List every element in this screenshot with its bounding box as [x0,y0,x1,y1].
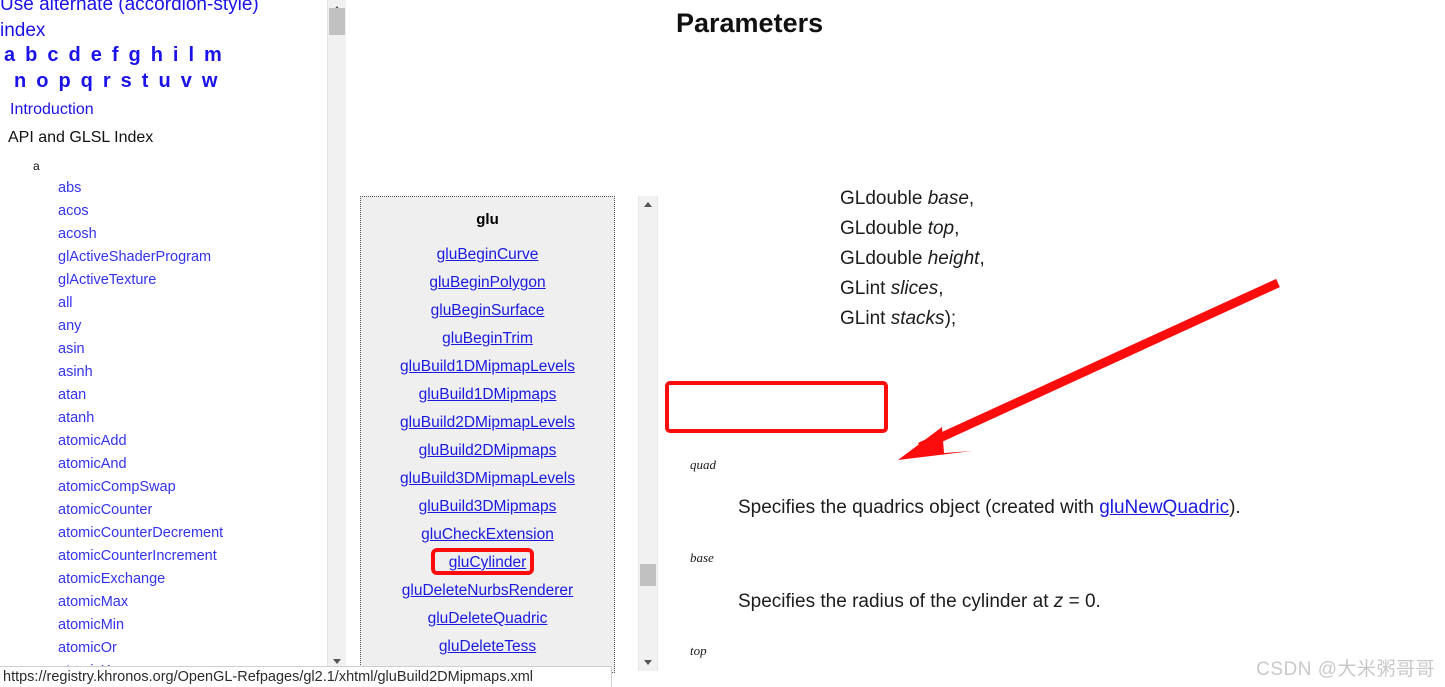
signature-line-top: GLdouble top, [840,218,960,239]
index-item-atomicor[interactable]: atomicOr [58,637,117,660]
glu-link-gluBuild1DMipmapLevels[interactable]: gluBuild1DMipmapLevels [361,353,614,381]
accordion-index-heading-line1[interactable]: Use alternate (accordion-style) [0,0,327,18]
signature-line-slices: GLint slices, [840,278,944,299]
param-desc-quad: Specifies the quadrics object (created w… [738,497,1241,518]
param-desc-italic: z [1053,591,1064,612]
pane-gap-divider [345,0,360,687]
glu-link-gluBeginTrim[interactable]: gluBeginTrim [361,325,614,353]
signature-line-base: GLdouble base, [840,188,975,209]
index-item-glactiveshaderprogram[interactable]: glActiveShaderProgram [58,246,211,269]
alpha-link-a[interactable]: a [4,44,15,66]
glu-scroll-down-arrow-icon[interactable] [639,654,657,671]
alpha-link-l[interactable]: l [188,44,194,66]
index-scrollbar-thumb[interactable] [329,8,345,35]
accordion-index-heading-line2[interactable]: index [0,18,327,44]
glu-link-gluCylinder[interactable]: gluCylinder [361,549,614,577]
alpha-link-e[interactable]: e [91,44,102,66]
glu-link-list[interactable]: gluBeginCurve gluBeginPolygon gluBeginSurf… [361,241,614,661]
csdn-watermark: CSDN @大米粥哥哥 [1256,659,1435,680]
index-item-atomicadd[interactable]: atomicAdd [58,430,127,453]
glu-function-panel[interactable]: glu gluBeginCurve gluBeginPolygon gluBegin… [360,196,615,673]
index-item-any[interactable]: any [58,315,81,338]
glu-link-gluDeleteQuadric[interactable]: gluDeleteQuadric [361,605,614,633]
glu-scroll-up-arrow-icon[interactable] [639,196,657,213]
signature-line-height: GLdouble height, [840,248,985,269]
alpha-link-v[interactable]: v [181,70,192,92]
index-scrollbar[interactable] [327,0,346,670]
glu-panel-scrollbar[interactable] [638,196,658,671]
alpha-link-r[interactable]: r [103,70,111,92]
index-item-atan[interactable]: atan [58,384,86,407]
glu-link-gluBeginSurface[interactable]: gluBeginSurface [361,297,614,325]
alpha-link-f[interactable]: f [112,44,119,66]
alpha-link-s[interactable]: s [121,70,132,92]
glu-link-gluBuild3DMipmapLevels[interactable]: gluBuild3DMipmapLevels [361,465,614,493]
index-item-abs[interactable]: abs [58,177,81,200]
link-gluNewQuadric[interactable]: gluNewQuadric [1099,497,1229,518]
browser-status-bar: https://registry.khronos.org/OpenGL-Refp… [0,666,612,687]
glu-link-gluBuild2DMipmapLevels[interactable]: gluBuild2DMipmapLevels [361,409,614,437]
glu-link-gluBuild3DMipmaps[interactable]: gluBuild3DMipmaps [361,493,614,521]
index-item-acos[interactable]: acos [58,200,89,223]
alpha-link-q[interactable]: q [81,70,93,92]
glu-scrollbar-thumb[interactable] [640,564,656,586]
index-item-atomiccounterdecrement[interactable]: atomicCounterDecrement [58,522,223,545]
signature-line-stacks: GLint stacks); [840,308,957,329]
index-item-asinh[interactable]: asinh [58,361,93,384]
reference-content-pane[interactable]: GLdouble base, GLdouble top, GLdouble heig… [660,0,1445,687]
index-item-atomicmax[interactable]: atomicMax [58,591,128,614]
glu-link-gluBeginPolygon[interactable]: gluBeginPolygon [361,269,614,297]
index-item-atomiccompswap[interactable]: atomicCompSwap [58,476,176,499]
alphabet-row-1[interactable]: abcdefghilm [4,44,232,67]
alpha-link-g[interactable]: g [128,44,140,66]
index-item-atanh[interactable]: atanh [58,407,94,430]
index-item-atomiccounterincrement[interactable]: atomicCounterIncrement [58,545,217,568]
index-item-acosh[interactable]: acosh [58,223,97,246]
index-item-glactivetexture[interactable]: glActiveTexture [58,269,156,292]
alpha-link-b[interactable]: b [25,44,37,66]
index-item-all[interactable]: all [58,292,73,315]
index-item-asin[interactable]: asin [58,338,85,361]
alpha-link-i[interactable]: i [173,44,179,66]
glu-link-gluBuild2DMipmaps[interactable]: gluBuild2DMipmaps [361,437,614,465]
index-pane[interactable]: Use alternate (accordion-style) index ab… [0,0,327,670]
param-name-quad: quad [690,457,716,472]
alphabet-row-2[interactable]: nopqrstuvw [14,70,227,93]
alpha-link-h[interactable]: h [151,44,163,66]
index-letter-group-a: a [33,159,40,173]
accordion-index-heading: Use alternate (accordion-style) index [0,0,327,44]
glu-link-gluBuild1DMipmaps[interactable]: gluBuild1DMipmaps [361,381,614,409]
index-item-atomicand[interactable]: atomicAnd [58,453,127,476]
alpha-link-m[interactable]: m [204,44,222,66]
alpha-link-w[interactable]: w [202,70,218,92]
param-name-top: top [690,643,707,658]
alpha-link-t[interactable]: t [142,70,149,92]
parameters-heading: Parameters [676,8,824,38]
param-desc-base: Specifies the radius of the cylinder at … [738,591,1101,612]
glu-link-gluDeleteTess[interactable]: gluDeleteTess [361,633,614,661]
index-link-introduction[interactable]: Introduction [10,101,94,119]
index-section-title: API and GLSL Index [8,129,154,146]
glu-link-gluDeleteNurbsRenderer[interactable]: gluDeleteNurbsRenderer [361,577,614,605]
parameters-heading-highlight-box [665,381,888,433]
alpha-link-d[interactable]: d [68,44,80,66]
alpha-link-u[interactable]: u [158,70,170,92]
alpha-link-c[interactable]: c [47,44,58,66]
index-item-atomicmin[interactable]: atomicMin [58,614,124,637]
glu-link-gluBeginCurve[interactable]: gluBeginCurve [361,241,614,269]
glu-link-gluCheckExtension[interactable]: gluCheckExtension [361,521,614,549]
glu-panel-title: glu [476,211,499,228]
param-name-base: base [690,550,714,565]
index-item-atomiccounter[interactable]: atomicCounter [58,499,152,522]
alpha-link-n[interactable]: n [14,70,26,92]
alpha-link-o[interactable]: o [36,70,48,92]
index-item-atomicexchange[interactable]: atomicExchange [58,568,165,591]
alpha-link-p[interactable]: p [58,70,70,92]
